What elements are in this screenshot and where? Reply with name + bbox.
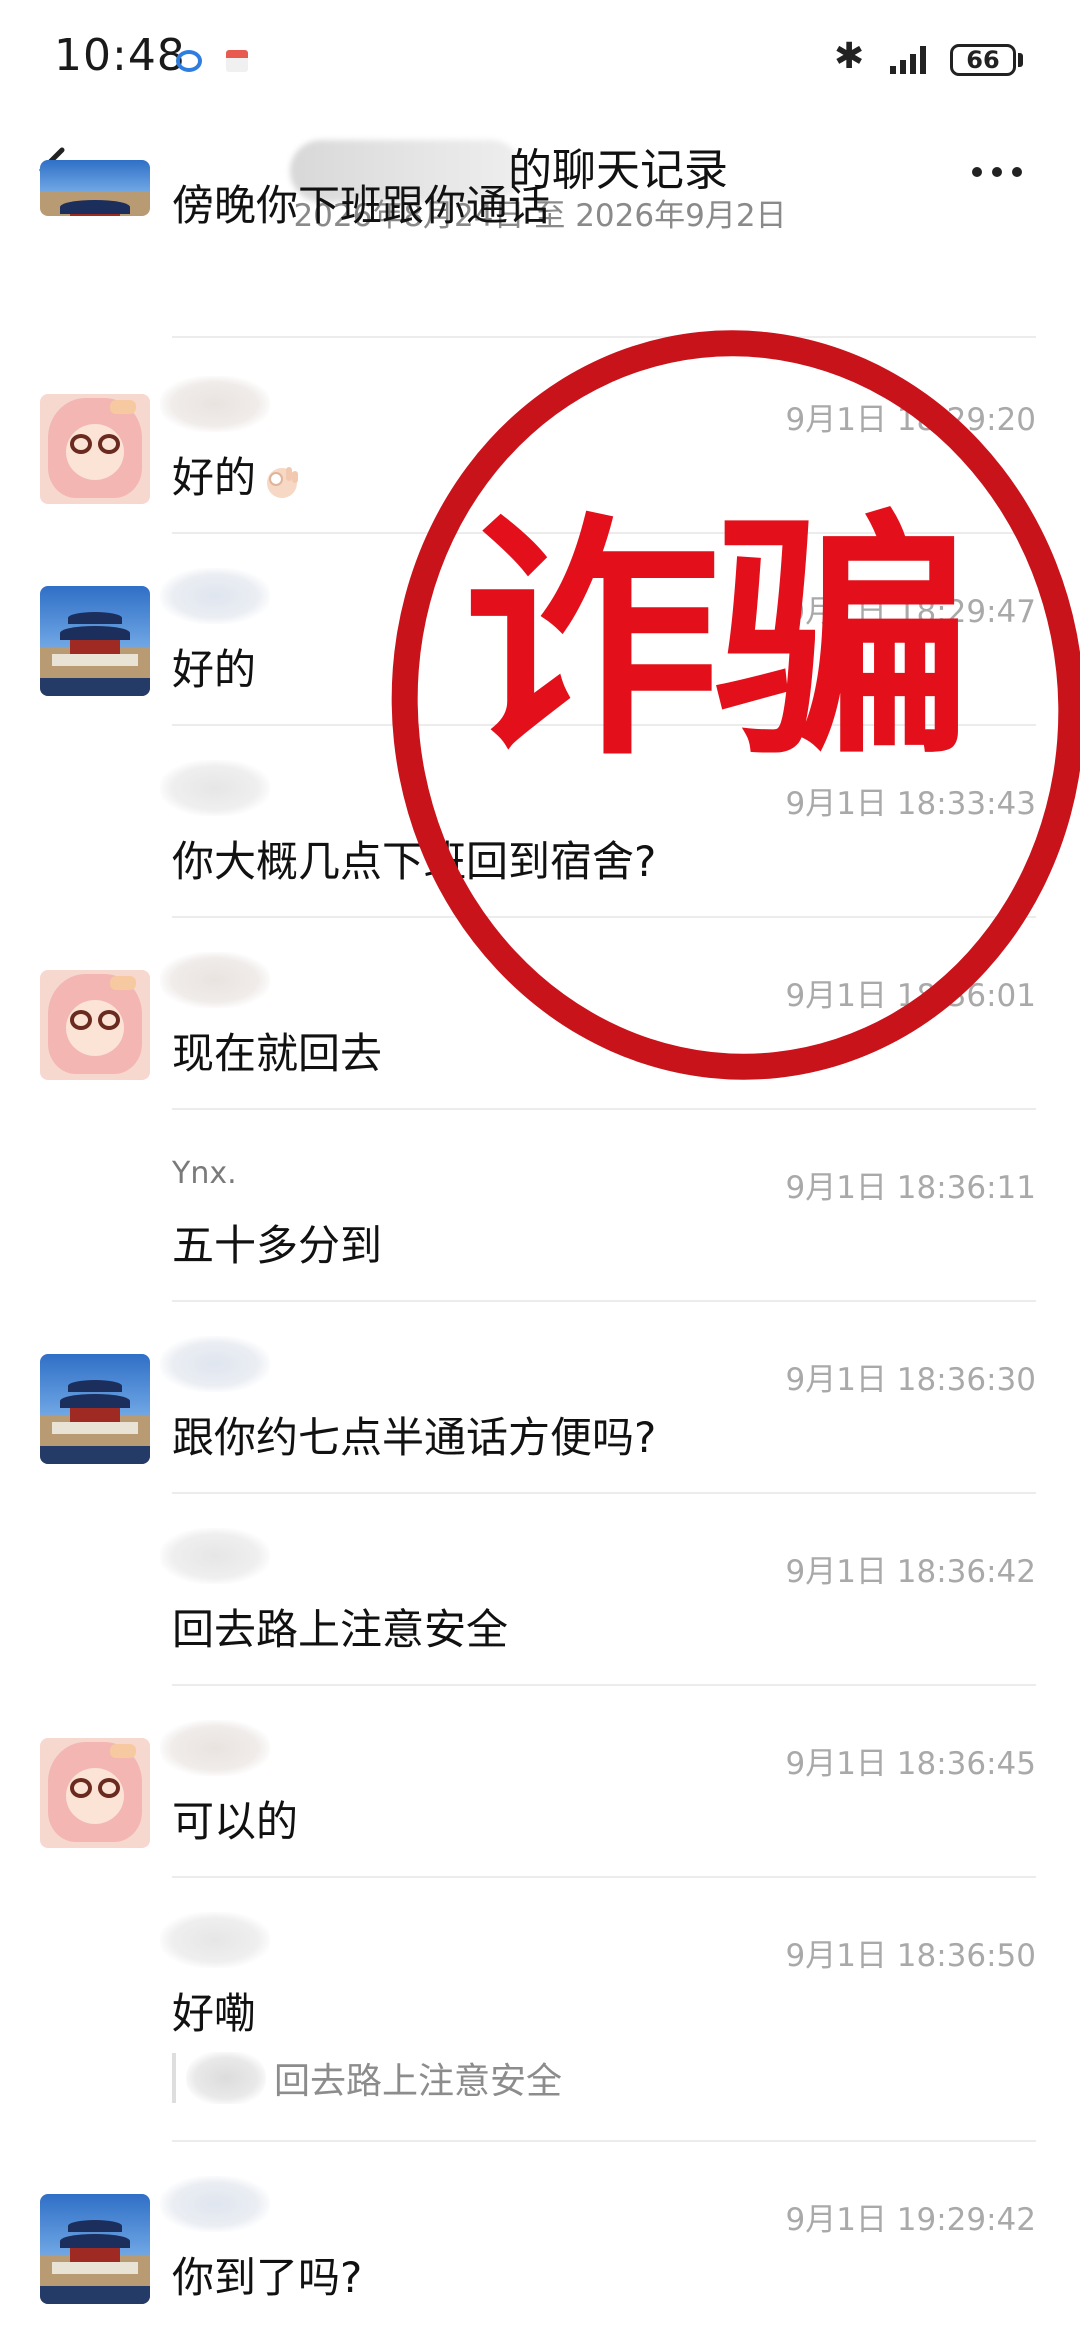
message-time: 9月1日 18:29:20 (785, 402, 1036, 438)
avatar[interactable] (40, 2194, 150, 2304)
sender-name-redacted (160, 1336, 270, 1392)
message-text: 你到了吗? (172, 2253, 363, 2302)
message-text: 你大概几点下班回到宿舍? (172, 837, 657, 886)
message-text: 好的 (172, 645, 257, 694)
message-time: 9月1日 18:36:50 (785, 1938, 1036, 1974)
list-item[interactable]: 9月1日 19:29:42 你到了吗? (0, 2142, 1080, 2334)
message-list[interactable]: 傍晚你下班跟你通话 9月1日 18:29:20 好的 9月1日 18:29:47… (0, 0, 1080, 2331)
sender-name-redacted (160, 376, 270, 432)
quote-bar (172, 2053, 176, 2103)
quoted-message[interactable]: 回去路上注意安全 (172, 2050, 562, 2106)
list-item[interactable]: 9月1日 18:36:42 回去路上注意安全 (0, 1494, 1080, 1686)
avatar[interactable] (40, 1738, 150, 1848)
message-text: 跟你约七点半通话方便吗? (172, 1413, 657, 1462)
sender-name-redacted (160, 760, 270, 816)
quoted-sender-redacted (186, 2052, 266, 2104)
sender-name: Ynx. (172, 1156, 237, 1191)
list-item[interactable]: 9月1日 18:29:20 好的 (0, 342, 1080, 534)
sender-name-redacted (160, 2176, 270, 2232)
message-text: 回去路上注意安全 (172, 1605, 509, 1654)
message-text: 五十多分到 (172, 1221, 383, 1270)
sender-name-redacted (160, 1720, 270, 1776)
ok-hand-emoji-icon (267, 466, 299, 498)
avatar[interactable] (40, 1354, 150, 1464)
message-time: 9月1日 18:36:11 (785, 1170, 1036, 1206)
avatar[interactable] (40, 394, 150, 504)
message-text: 傍晚你下班跟你通话 (172, 181, 551, 230)
message-time: 9月1日 18:36:45 (785, 1746, 1036, 1782)
list-item[interactable]: 9月1日 18:36:01 现在就回去 (0, 918, 1080, 1110)
list-item[interactable]: 9月1日 18:33:43 你大概几点下班回到宿舍? (0, 726, 1080, 918)
divider (172, 336, 1036, 338)
sender-name-redacted (160, 952, 270, 1008)
message-text: 好嘞 (172, 1989, 257, 2038)
list-item[interactable]: 9月1日 18:29:47 好的 (0, 534, 1080, 726)
avatar[interactable] (40, 970, 150, 1080)
list-item[interactable]: 傍晚你下班跟你通话 (0, 152, 1080, 342)
message-time: 9月1日 18:36:42 (785, 1554, 1036, 1590)
message-text: 好的 (172, 453, 257, 502)
list-item[interactable]: 9月1日 18:36:45 可以的 (0, 1686, 1080, 1878)
message-time: 9月1日 18:33:43 (785, 786, 1036, 822)
sender-name-redacted (160, 568, 270, 624)
message-time: 9月1日 18:36:01 (785, 978, 1036, 1014)
message-content: 好的 (172, 444, 304, 505)
list-item[interactable]: 9月1日 18:36:30 跟你约七点半通话方便吗? (0, 1302, 1080, 1494)
message-text: 可以的 (172, 1797, 299, 1846)
sender-name-redacted (160, 1528, 270, 1584)
message-time: 9月1日 19:29:42 (785, 2202, 1036, 2238)
list-item[interactable]: 9月1日 18:36:50 好嘞 回去路上注意安全 (0, 1878, 1080, 2142)
message-time: 9月1日 18:36:30 (785, 1362, 1036, 1398)
sender-name-redacted (160, 1912, 270, 1968)
list-item[interactable]: Ynx. 9月1日 18:36:11 五十多分到 (0, 1110, 1080, 1302)
quoted-text: 回去路上注意安全 (274, 2061, 563, 2102)
message-time: 9月1日 18:29:47 (785, 594, 1036, 630)
avatar[interactable] (40, 160, 150, 216)
message-text: 现在就回去 (172, 1029, 383, 1078)
avatar[interactable] (40, 586, 150, 696)
